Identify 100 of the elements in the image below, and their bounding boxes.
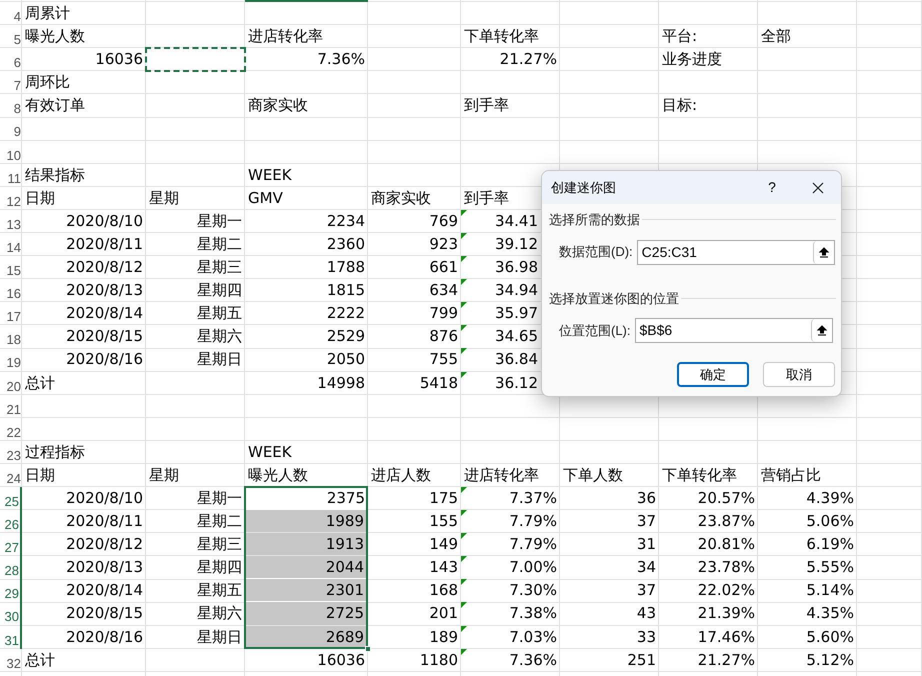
table-cell-text: 755 — [428, 349, 459, 370]
table-cell-text: 星期一 — [196, 488, 243, 509]
table-cell-text: 星期二 — [196, 511, 243, 532]
row-number[interactable]: 21 — [0, 394, 22, 418]
row-number[interactable]: 9 — [0, 117, 22, 141]
table-cell-text: 星期二 — [196, 234, 243, 255]
table-cell-text: 20.57% — [696, 488, 756, 509]
table-cell-text: WEEK — [247, 164, 293, 186]
row-number[interactable]: 32 — [0, 648, 22, 672]
table-cell-text: 6.19% — [805, 534, 855, 556]
row-number[interactable]: 17 — [0, 302, 22, 326]
table-cell-text: 2020/8/14 — [65, 580, 144, 602]
table-cell-text: 876 — [428, 326, 459, 348]
table-cell: 7.00% — [461, 556, 560, 580]
table-cell-text: 7.36% — [316, 49, 366, 70]
help-button[interactable]: ? — [762, 173, 782, 201]
table-cell-text: GMV — [247, 188, 284, 209]
table-cell-text: 星期一 — [196, 210, 243, 232]
table-cell-text: 1180 — [418, 650, 459, 671]
table-cell-text: 营销占比 — [760, 464, 822, 486]
table-cell-text: 23.87% — [696, 511, 756, 532]
row-number[interactable]: 5 — [0, 25, 22, 48]
row-number[interactable]: 10 — [0, 140, 22, 164]
table-cell: 2689 — [245, 626, 367, 648]
table-cell-text: 下单转化率 — [463, 26, 540, 48]
row-number[interactable]: 23 — [0, 440, 22, 464]
table-cell-text: 有效订单 — [24, 95, 86, 116]
row-number[interactable]: 25 — [0, 486, 22, 510]
table-cell-text: 22.02% — [696, 580, 756, 602]
table-cell-text: 799 — [428, 303, 459, 324]
table-cell-text: 星期五 — [196, 303, 243, 324]
row-number[interactable]: 19 — [0, 348, 22, 372]
table-cell-text: 2050 — [326, 349, 366, 370]
table-cell-text: 2234 — [326, 210, 366, 232]
table-cell-text: 16036 — [94, 49, 144, 70]
table-cell-text: 2020/8/12 — [65, 257, 144, 278]
table-cell-text: 进店转化率 — [247, 26, 324, 48]
table-cell-text: 2020/8/10 — [65, 488, 144, 509]
table-cell-text: 2020/8/15 — [65, 326, 144, 348]
table-cell-text: 5.55% — [805, 557, 855, 578]
table-cell-text: 37 — [636, 511, 657, 532]
input-field[interactable]: C25:C31 — [636, 240, 835, 264]
table-cell-text: 2020/8/16 — [65, 349, 144, 370]
row-number[interactable]: 12 — [0, 186, 22, 210]
table-cell-text: 总计 — [24, 372, 56, 394]
row-number[interactable]: 30 — [0, 602, 22, 626]
dialog-title: 创建迷你图 — [551, 179, 616, 197]
table-cell-text: 到手率 — [463, 95, 510, 116]
row-number[interactable]: 13 — [0, 210, 22, 233]
field-label: 位置范围(L): — [559, 322, 630, 340]
table-cell-text: WEEK — [247, 442, 293, 463]
table-cell-text: 商家实收 — [247, 95, 309, 116]
table-cell-text: 2020/8/11 — [65, 234, 144, 255]
table-cell: 7.38% — [461, 602, 560, 626]
row-number[interactable]: 29 — [0, 579, 22, 602]
table-cell-text: 143 — [428, 557, 459, 578]
table-cell-text: 923 — [428, 234, 459, 255]
table-cell-text: 21.27% — [696, 650, 756, 671]
table-cell-text: 201 — [428, 603, 459, 624]
table-cell-text: 2020/8/16 — [65, 626, 144, 648]
table-cell-text: 业务进度 — [661, 49, 723, 70]
row-number[interactable]: 27 — [0, 533, 22, 556]
table-cell-text: 175 — [428, 488, 459, 509]
row-number[interactable]: 15 — [0, 256, 22, 280]
upload-arrow-icon — [816, 325, 826, 336]
row-number[interactable]: 6 — [0, 48, 22, 72]
table-cell-text: 2020/8/13 — [65, 557, 144, 578]
table-cell-text: 4.35% — [805, 603, 855, 624]
table-cell-text: 过程指标 — [24, 442, 86, 463]
table-cell: 1989 — [245, 510, 367, 532]
row-number[interactable]: 22 — [0, 418, 22, 441]
table-cell-text: 进店人数 — [370, 464, 432, 486]
table-cell-text: 全部 — [760, 26, 792, 48]
table-cell-text: 下单转化率 — [661, 464, 738, 486]
row-number[interactable]: 18 — [0, 325, 22, 348]
row-number[interactable]: 26 — [0, 510, 22, 534]
table-cell-text: 平台: — [661, 26, 698, 48]
table-cell: 7.30% — [461, 579, 560, 602]
cancel-button[interactable]: 取消 — [763, 362, 835, 387]
table-cell: 2301 — [245, 579, 367, 602]
table-cell: 2044 — [245, 556, 367, 578]
row-number[interactable]: 24 — [0, 464, 22, 487]
fill-handle[interactable] — [365, 646, 371, 652]
ok-button[interactable]: 确定 — [677, 362, 749, 387]
table-cell-text: 5.14% — [805, 580, 855, 602]
table-cell: 7.79% — [461, 510, 560, 534]
row-number[interactable]: 14 — [0, 232, 22, 256]
input-field[interactable]: $B$6 — [634, 318, 832, 343]
row-number[interactable]: 20 — [0, 372, 22, 395]
row-number[interactable]: 7 — [0, 71, 22, 94]
row-number[interactable]: 8 — [0, 94, 22, 118]
table-cell-text: 2020/8/10 — [65, 210, 144, 232]
row-number[interactable]: 11 — [0, 164, 22, 187]
row-number[interactable]: 16 — [0, 279, 22, 302]
row-number[interactable]: 28 — [0, 556, 22, 580]
row-number[interactable]: 4 — [0, 2, 22, 26]
table-cell-text: 769 — [428, 210, 459, 232]
table-cell-text: 21.39% — [696, 603, 756, 624]
table-cell-text: 5.12% — [805, 650, 855, 671]
row-number[interactable]: 31 — [0, 626, 22, 649]
